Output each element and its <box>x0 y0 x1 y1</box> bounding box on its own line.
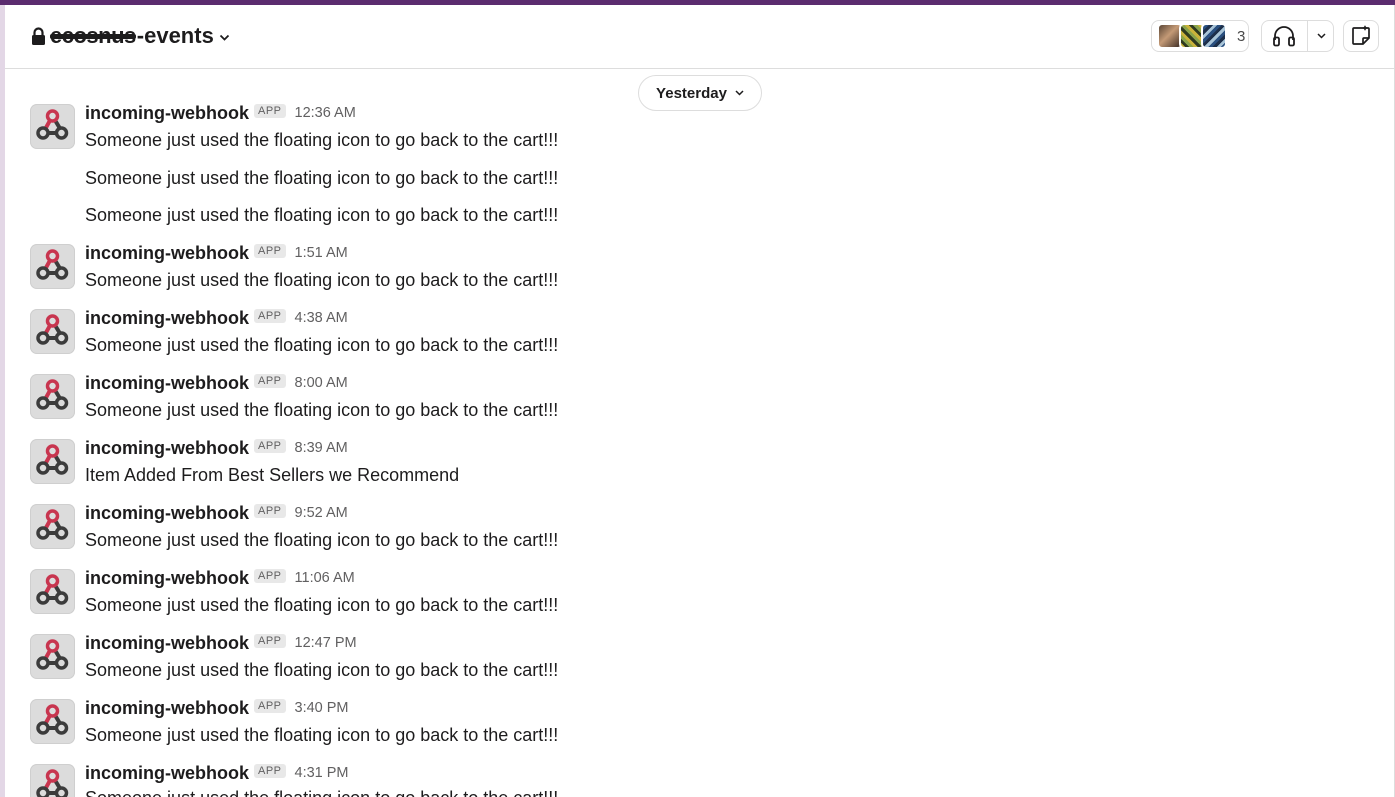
channel-name-label: -events <box>136 23 214 48</box>
app-badge: APP <box>254 504 286 518</box>
message-text: Someone just used the floating icon to g… <box>85 205 559 225</box>
webhook-icon <box>36 574 69 605</box>
webhook-icon <box>36 249 69 280</box>
message-text: Someone just used the floating icon to g… <box>85 335 559 355</box>
sender-name[interactable]: incoming-webhook <box>85 698 249 719</box>
message-timestamp[interactable]: 4:38 AM <box>295 310 348 326</box>
huddle-divider <box>1307 20 1308 52</box>
message-header: incoming-webhook APP 12:36 AM <box>85 102 356 124</box>
sender-avatar[interactable] <box>30 699 75 744</box>
chevron-down-icon <box>219 34 229 41</box>
message-header: incoming-webhook APP 1:51 AM <box>85 242 348 264</box>
message-header: incoming-webhook APP 4:31 PM <box>85 762 349 784</box>
sender-name[interactable]: incoming-webhook <box>85 373 249 394</box>
webhook-icon <box>36 769 69 797</box>
lock-icon <box>32 27 45 45</box>
members-button[interactable]: 3 <box>1151 20 1249 52</box>
sender-name[interactable]: incoming-webhook <box>85 633 249 654</box>
app-badge: APP <box>254 699 286 713</box>
webhook-icon <box>36 639 69 670</box>
message-text: Someone just used the floating icon to g… <box>85 595 559 615</box>
sender-name[interactable]: incoming-webhook <box>85 103 249 124</box>
sender-avatar[interactable] <box>30 104 75 149</box>
sender-name[interactable]: incoming-webhook <box>85 243 249 264</box>
message-header: incoming-webhook APP 4:38 AM <box>85 307 348 329</box>
redacted-channel-prefix: ecosnus <box>50 23 136 48</box>
canvas-button[interactable] <box>1343 20 1379 52</box>
channel-header: ecosnus -events 3 <box>5 5 1394 69</box>
message-timestamp[interactable]: 12:36 AM <box>295 105 356 121</box>
app-badge: APP <box>254 634 286 648</box>
message-text: Someone just used the floating icon to g… <box>85 530 559 550</box>
webhook-icon <box>36 314 69 345</box>
chevron-down-icon <box>735 90 744 96</box>
message-header: incoming-webhook APP 11:06 AM <box>85 567 355 589</box>
sender-name[interactable]: incoming-webhook <box>85 308 249 329</box>
message-text: Someone just used the floating icon to g… <box>85 400 559 420</box>
message-timestamp[interactable]: 1:51 AM <box>295 245 348 261</box>
date-divider-label: Yesterday <box>656 84 727 102</box>
app-badge: APP <box>254 764 286 778</box>
sender-avatar[interactable] <box>30 244 75 289</box>
message-timestamp[interactable]: 8:39 AM <box>295 440 348 456</box>
message-text: Someone just used the floating icon to g… <box>85 660 559 680</box>
webhook-icon <box>36 704 69 735</box>
webhook-icon <box>36 509 69 540</box>
sender-avatar[interactable] <box>30 764 75 797</box>
sender-name[interactable]: incoming-webhook <box>85 438 249 459</box>
huddle-button[interactable] <box>1261 20 1334 52</box>
app-badge: APP <box>254 374 286 388</box>
app-badge: APP <box>254 104 286 118</box>
sender-name[interactable]: incoming-webhook <box>85 568 249 589</box>
message-text: Someone just used the floating icon to g… <box>85 725 559 745</box>
sender-avatar[interactable] <box>30 634 75 679</box>
sender-name[interactable]: incoming-webhook <box>85 503 249 524</box>
message-text: Item Added From Best Sellers we Recommen… <box>85 465 460 485</box>
sender-avatar[interactable] <box>30 569 75 614</box>
message-text: Someone just used the floating icon to g… <box>85 130 559 150</box>
message-timestamp[interactable]: 3:40 PM <box>295 700 349 716</box>
webhook-icon <box>36 109 69 140</box>
message-text: Someone just used the floating icon to g… <box>85 168 559 188</box>
message-header: incoming-webhook APP 3:40 PM <box>85 697 349 719</box>
message-header: incoming-webhook APP 8:00 AM <box>85 372 348 394</box>
message-list: incoming-webhook APP 12:36 AM Someone ju… <box>5 69 1394 797</box>
date-divider-button[interactable]: Yesterday <box>638 75 762 111</box>
message-text: Someone just used the floating icon to g… <box>85 788 558 797</box>
chevron-down-icon[interactable] <box>1317 33 1326 39</box>
app-badge: APP <box>254 244 286 258</box>
sender-avatar[interactable] <box>30 439 75 484</box>
headphones-icon[interactable] <box>1272 25 1296 47</box>
message-header: incoming-webhook APP 12:47 PM <box>85 632 357 654</box>
webhook-icon <box>36 379 69 410</box>
app-badge: APP <box>254 309 286 323</box>
sender-avatar[interactable] <box>30 374 75 419</box>
message-timestamp[interactable]: 9:52 AM <box>295 505 348 521</box>
message-text: Someone just used the floating icon to g… <box>85 270 559 290</box>
sender-name[interactable]: incoming-webhook <box>85 763 249 784</box>
member-count: 3 <box>1237 27 1246 45</box>
message-timestamp[interactable]: 12:47 PM <box>295 635 357 651</box>
message-header: incoming-webhook APP 8:39 AM <box>85 437 348 459</box>
canvas-icon <box>1352 25 1370 45</box>
sender-avatar[interactable] <box>30 504 75 549</box>
app-badge: APP <box>254 569 286 583</box>
sender-avatar[interactable] <box>30 309 75 354</box>
member-avatar <box>1201 23 1227 49</box>
message-header: incoming-webhook APP 9:52 AM <box>85 502 348 524</box>
channel-name-button[interactable]: ecosnus -events <box>31 21 230 51</box>
webhook-icon <box>36 444 69 475</box>
message-timestamp[interactable]: 11:06 AM <box>295 570 355 586</box>
app-badge: APP <box>254 439 286 453</box>
message-timestamp[interactable]: 8:00 AM <box>295 375 348 391</box>
message-timestamp[interactable]: 4:31 PM <box>295 765 349 781</box>
